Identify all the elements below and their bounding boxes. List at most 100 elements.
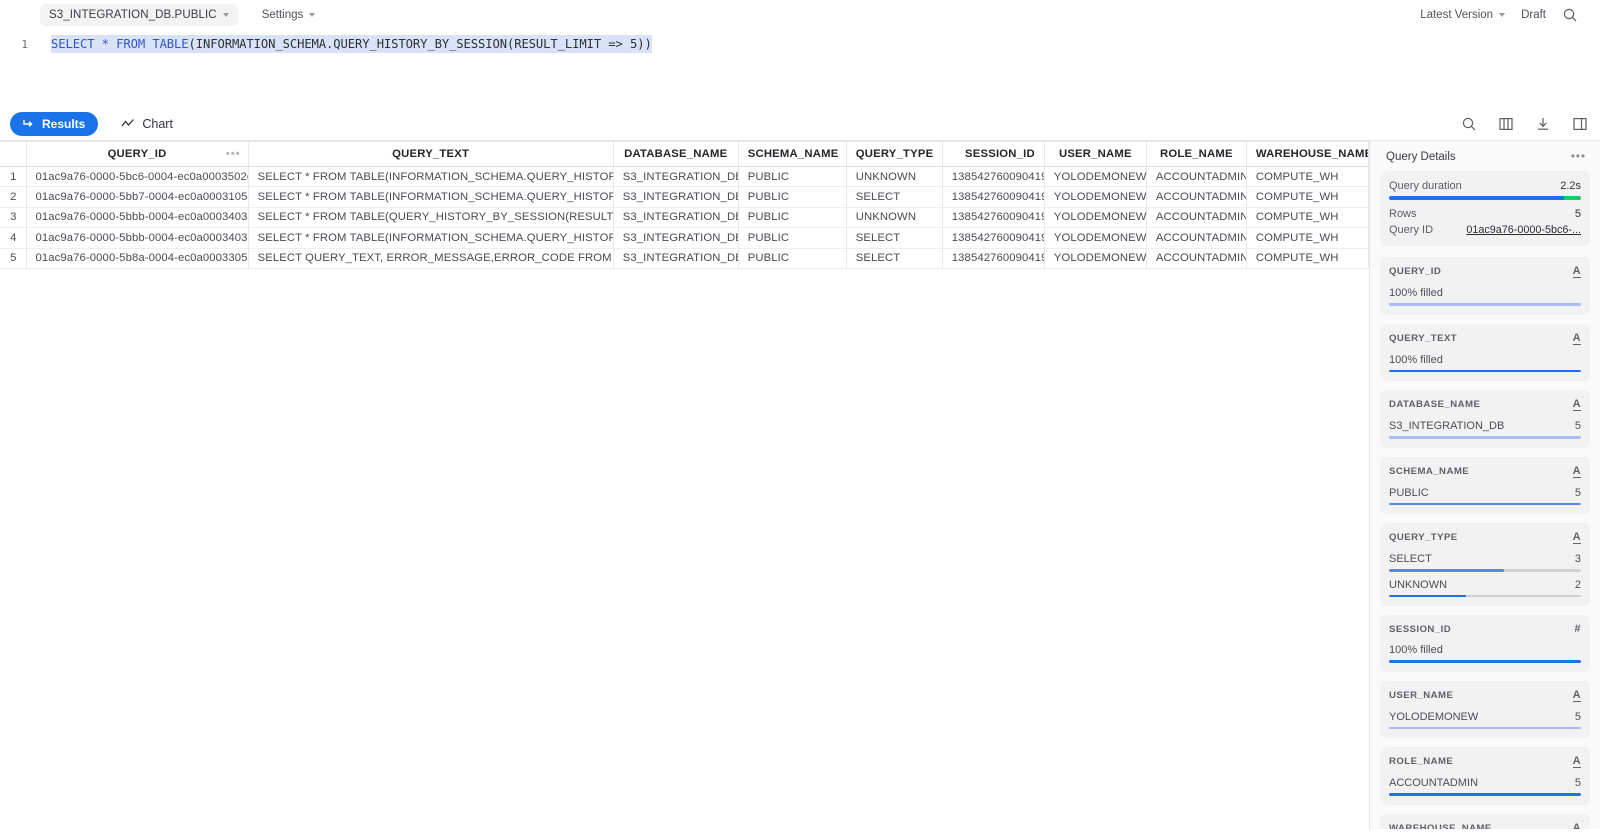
column-menu-icon[interactable]: ••• (226, 148, 241, 160)
cell-schema-name[interactable]: PUBLIC (738, 227, 847, 249)
cell-user-name[interactable]: YOLODEMONEW (1044, 166, 1147, 188)
results-grid-container[interactable]: QUERY_ID ••• QUERY_TEXT DATABASE_NAME SCHEMA… (0, 141, 1369, 829)
cell-session-id[interactable]: 1385427600904198 (942, 186, 1045, 208)
rows-label: Rows (1389, 208, 1417, 220)
search-icon[interactable] (1461, 116, 1477, 132)
cell-database-name[interactable]: S3_INTEGRATION_DB (613, 207, 739, 229)
table-row[interactable]: 2 01ac9a76-0000-5bb7-0004-ec0a0003105e SEL… (0, 186, 1369, 208)
column-profile-stat-row: UNKNOWN 2 (1389, 579, 1581, 591)
column-profile-stat-label: ACCOUNTADMIN (1389, 777, 1479, 789)
settings-menu-button[interactable]: Settings (256, 4, 322, 26)
cell-database-name[interactable]: S3_INTEGRATION_DB (613, 248, 739, 269)
sql-keyword-span: SELECT * FROM TABLE (51, 37, 189, 51)
main-content: QUERY_ID ••• QUERY_TEXT DATABASE_NAME SCHEMA… (0, 141, 1600, 829)
column-profile-stat-bar-fill (1389, 793, 1581, 796)
cell-warehouse-name[interactable]: COMPUTE_WH (1246, 186, 1369, 208)
download-icon[interactable] (1535, 116, 1551, 132)
cell-warehouse-name[interactable]: COMPUTE_WH (1246, 166, 1369, 188)
rows-value: 5 (1574, 208, 1581, 220)
cell-role-name[interactable]: ACCOUNTADMIN (1146, 248, 1247, 269)
cell-query-type[interactable]: SELECT (846, 227, 943, 249)
table-row[interactable]: 5 01ac9a76-0000-5b8a-0004-ec0a0003305a SEL… (0, 248, 1369, 269)
cell-database-name[interactable]: S3_INTEGRATION_DB (613, 166, 739, 188)
column-header-query-text[interactable]: QUERY_TEXT (248, 141, 614, 167)
cell-schema-name[interactable]: PUBLIC (738, 248, 847, 269)
query-duration-row: Query duration 2.2s (1389, 180, 1581, 192)
rows-row: Rows 5 (1389, 208, 1581, 220)
tab-chart[interactable]: Chart (112, 112, 181, 136)
cell-schema-name[interactable]: PUBLIC (738, 166, 847, 188)
cell-query-type[interactable]: SELECT (846, 186, 943, 208)
cell-role-name[interactable]: ACCOUNTADMIN (1146, 227, 1247, 249)
column-header-query-type[interactable]: QUERY_TYPE (846, 141, 943, 167)
cell-query-text[interactable]: SELECT * FROM TABLE(INFORMATION_SCHEMA.Q… (248, 166, 614, 188)
cell-role-name[interactable]: ACCOUNTADMIN (1146, 166, 1247, 188)
results-table: QUERY_ID ••• QUERY_TEXT DATABASE_NAME SCHEMA… (0, 141, 1369, 269)
cell-user-name[interactable]: YOLODEMONEW (1044, 207, 1147, 229)
settings-label: Settings (261, 9, 304, 21)
column-header-user-name[interactable]: USER_NAME (1044, 141, 1147, 167)
table-row[interactable]: 3 01ac9a76-0000-5bbb-0004-ec0a00034036 SEL… (0, 207, 1369, 229)
columns-icon[interactable] (1498, 116, 1514, 132)
cell-query-text[interactable]: SELECT * FROM TABLE(INFORMATION_SCHEMA.Q… (248, 186, 614, 208)
cell-query-id[interactable]: 01ac9a76-0000-5bb7-0004-ec0a0003105e (26, 186, 249, 208)
cell-session-id[interactable]: 1385427600904198 (942, 207, 1045, 229)
cell-query-type[interactable]: UNKNOWN (846, 207, 943, 229)
cell-user-name[interactable]: YOLODEMONEW (1044, 227, 1147, 249)
search-icon[interactable] (1562, 7, 1578, 23)
editor-line-number: 1 (21, 38, 28, 51)
column-header-label: ROLE_NAME (1160, 148, 1233, 160)
cell-query-text[interactable]: SELECT * FROM TABLE(QUERY_HISTORY_BY_SES… (248, 207, 614, 229)
column-header-schema-name[interactable]: SCHEMA_NAME (738, 141, 847, 167)
column-header-database-name[interactable]: DATABASE_NAME (613, 141, 739, 167)
query-details-panel: Query Details ••• Query duration 2.2s Ro… (1369, 141, 1600, 829)
version-selector[interactable]: Latest Version (1420, 9, 1506, 21)
cell-database-name[interactable]: S3_INTEGRATION_DB (613, 227, 739, 249)
column-header-warehouse-name[interactable]: WAREHOUSE_NAME (1246, 141, 1369, 167)
cell-query-id[interactable]: 01ac9a76-0000-5b8a-0004-ec0a0003305a (26, 248, 249, 269)
cell-session-id[interactable]: 1385427600904198 (942, 166, 1045, 188)
query-duration-bar (1389, 196, 1581, 200)
column-profile-card: QUERY_TYPE A SELECT 3 UNKNOWN 2 (1380, 523, 1590, 606)
cell-schema-name[interactable]: PUBLIC (738, 207, 847, 229)
query-id-link[interactable]: 01ac9a76-0000-5bc6-... (1466, 224, 1581, 236)
cell-session-id[interactable]: 1385427600904198 (942, 227, 1045, 249)
cell-session-id[interactable]: 1385427600904198 (942, 248, 1045, 269)
context-chip-label: S3_INTEGRATION_DB.PUBLIC (49, 9, 217, 21)
editor-code-area[interactable]: SELECT * FROM TABLE(INFORMATION_SCHEMA.Q… (38, 35, 1600, 108)
column-profile-title: QUERY_TYPE A (1389, 531, 1581, 544)
panel-toggle-icon[interactable] (1572, 116, 1588, 132)
database-context-chip[interactable]: S3_INTEGRATION_DB.PUBLIC (40, 4, 238, 26)
cell-query-id[interactable]: 01ac9a76-0000-5bc6-0004-ec0a0003502e (26, 166, 249, 188)
table-row[interactable]: 4 01ac9a76-0000-5bbb-0004-ec0a00034032 SEL… (0, 227, 1369, 249)
cell-user-name[interactable]: YOLODEMONEW (1044, 186, 1147, 208)
cell-warehouse-name[interactable]: COMPUTE_WH (1246, 248, 1369, 269)
cell-database-name[interactable]: S3_INTEGRATION_DB (613, 186, 739, 208)
column-header-label: SCHEMA_NAME (747, 148, 839, 160)
overflow-menu-icon[interactable]: ••• (1571, 151, 1586, 163)
cell-query-type[interactable]: UNKNOWN (846, 166, 943, 188)
column-profile-stat-count: 5 (1574, 420, 1581, 432)
cell-query-type[interactable]: SELECT (846, 248, 943, 269)
column-profile-stat-bar (1389, 594, 1581, 597)
sql-editor[interactable]: 1 SELECT * FROM TABLE(INFORMATION_SCHEMA… (0, 30, 1600, 108)
column-profile-stat-bar (1389, 436, 1581, 439)
cell-query-text[interactable]: SELECT QUERY_TEXT, ERROR_MESSAGE,ERROR_C… (248, 248, 614, 269)
cell-warehouse-name[interactable]: COMPUTE_WH (1246, 207, 1369, 229)
table-row[interactable]: 1 01ac9a76-0000-5bc6-0004-ec0a0003502e SEL… (0, 166, 1369, 188)
cell-query-text[interactable]: SELECT * FROM TABLE(INFORMATION_SCHEMA.Q… (248, 227, 614, 249)
cell-user-name[interactable]: YOLODEMONEW (1044, 248, 1147, 269)
row-number: 2 (0, 186, 27, 208)
cell-schema-name[interactable]: PUBLIC (738, 186, 847, 208)
column-header-query-id[interactable]: QUERY_ID ••• (26, 141, 249, 167)
cell-warehouse-name[interactable]: COMPUTE_WH (1246, 227, 1369, 249)
tab-results[interactable]: Results (10, 112, 99, 136)
column-profile-stat-row: S3_INTEGRATION_DB 5 (1389, 420, 1581, 432)
cell-role-name[interactable]: ACCOUNTADMIN (1146, 186, 1247, 208)
column-header-role-name[interactable]: ROLE_NAME (1146, 141, 1247, 167)
column-header-session-id[interactable]: SESSION_ID (942, 141, 1045, 167)
cell-query-id[interactable]: 01ac9a76-0000-5bbb-0004-ec0a00034032 (26, 227, 249, 249)
cell-role-name[interactable]: ACCOUNTADMIN (1146, 207, 1247, 229)
column-profile-stat-count: 5 (1574, 777, 1581, 789)
cell-query-id[interactable]: 01ac9a76-0000-5bbb-0004-ec0a00034036 (26, 207, 249, 229)
